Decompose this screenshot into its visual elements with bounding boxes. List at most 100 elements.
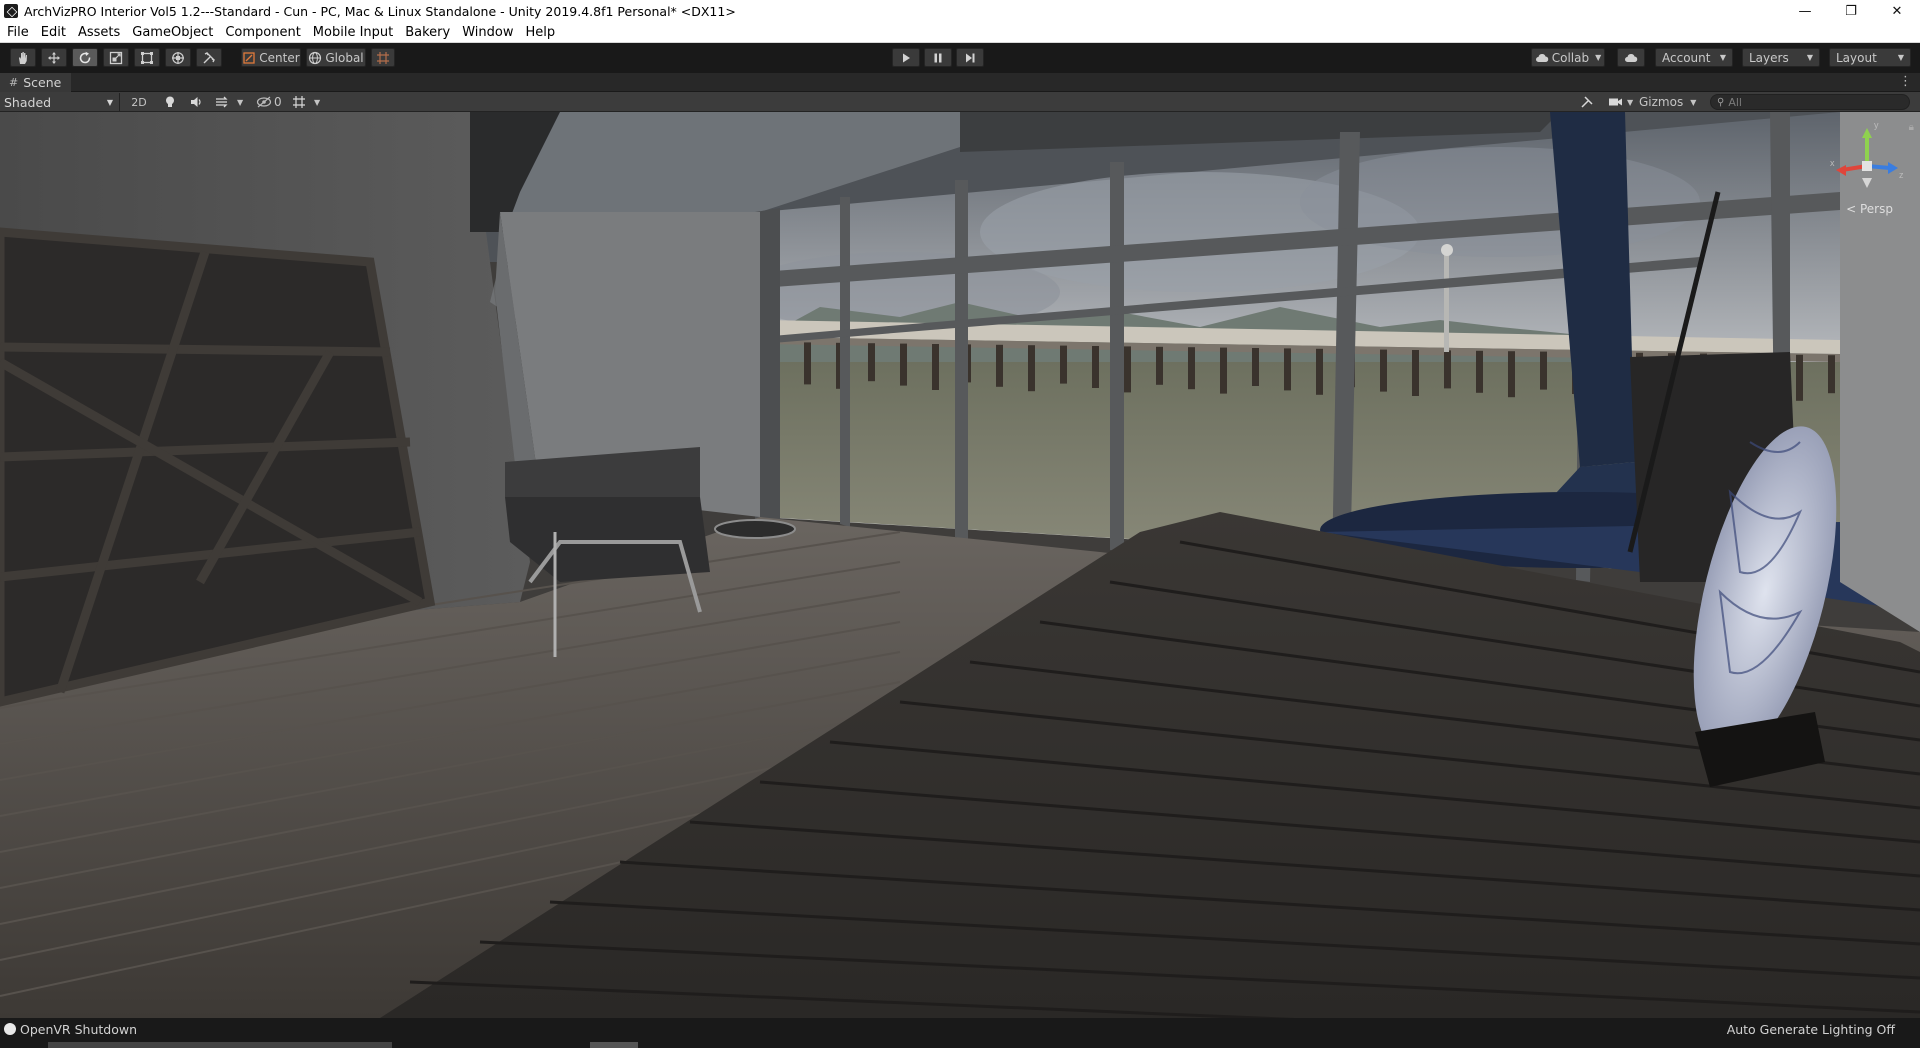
scrollbar-thumb[interactable]	[48, 1042, 392, 1048]
pivot-global-toggle[interactable]: Global	[306, 48, 366, 67]
hand-icon	[19, 51, 27, 64]
account-label: Account	[1662, 50, 1711, 65]
grid-snap-button[interactable]	[371, 48, 395, 67]
cloud-services-button[interactable]	[1617, 48, 1645, 67]
pause-button[interactable]	[924, 48, 952, 67]
scene-toolbar: Shaded ▼ 2D ▼ 0 ▼ ▼ Gizmos ▼ ⚲ All	[0, 92, 1920, 112]
pivot-center-toggle[interactable]: Center	[241, 48, 301, 67]
axis-y-label: y	[1874, 122, 1879, 130]
move-tool-button[interactable]	[41, 48, 67, 67]
camera-settings-dropdown[interactable]: ▼	[1608, 94, 1633, 110]
hidden-count: 0	[274, 95, 282, 109]
pause-icon	[934, 53, 942, 62]
window-title: ArchVizPRO Interior Vol5 1.2---Standard …	[24, 3, 736, 19]
lighting-status[interactable]: Auto Generate Lighting Off	[1727, 1022, 1895, 1037]
collab-cloud-icon	[1535, 53, 1548, 62]
toggle-2d-button[interactable]: 2D	[128, 94, 150, 110]
rect-tool-button[interactable]	[134, 48, 160, 67]
tab-scene-label: Scene	[23, 75, 62, 90]
scene-lighting-toggle[interactable]	[163, 94, 177, 110]
toggle-2d-label: 2D	[131, 95, 147, 109]
lightbulb-icon	[166, 96, 174, 107]
scrollbar-thumb-secondary[interactable]	[590, 1042, 638, 1048]
globe-icon	[309, 51, 322, 64]
custom-tool-button[interactable]	[196, 48, 222, 67]
search-icon: ⚲	[1717, 96, 1725, 108]
gizmos-label: Gizmos	[1639, 95, 1684, 109]
axis-neg-y-cone	[1862, 178, 1872, 188]
rotate-icon	[79, 51, 91, 63]
layout-dropdown[interactable]: Layout ▼	[1829, 48, 1911, 67]
chevron-down-icon: ▼	[1719, 53, 1726, 62]
projection-toggle[interactable]: < Persp	[1846, 202, 1893, 216]
scene-tools-button[interactable]	[1580, 94, 1594, 110]
status-bar: OpenVR Shutdown Auto Generate Lighting O…	[0, 1018, 1920, 1040]
menu-file[interactable]: File	[0, 22, 35, 43]
grid-icon: #	[9, 76, 19, 89]
gizmos-dropdown[interactable]: Gizmos ▼	[1639, 94, 1696, 110]
window-title-bar: ArchVizPRO Interior Vol5 1.2---Standard …	[0, 0, 1920, 22]
menu-mobile-input[interactable]: Mobile Input	[307, 22, 399, 43]
rect-icon	[141, 51, 153, 64]
minimize-button[interactable]: —	[1782, 0, 1828, 22]
scene-viewport[interactable]: y x z < Persp 🔒︎	[0, 112, 1920, 1018]
play-icon	[903, 53, 910, 62]
status-message[interactable]: OpenVR Shutdown	[20, 1022, 137, 1037]
axis-z-label: z	[1899, 170, 1904, 180]
camera-icon	[1609, 98, 1622, 106]
transform-tool-button[interactable]	[165, 48, 191, 67]
wrench-icon	[1581, 96, 1593, 108]
pivot-center-label: Center	[259, 50, 300, 65]
menu-bakery[interactable]: Bakery	[399, 22, 456, 43]
play-button[interactable]	[892, 48, 920, 67]
scene-render	[0, 112, 1920, 1018]
transform-icon	[172, 51, 184, 64]
main-toolbar: Center Global Collab ▼ Account ▼ Layers …	[0, 43, 1920, 73]
scene-visibility-toggle[interactable]: 0	[256, 94, 282, 110]
axis-x-cone	[1836, 165, 1846, 176]
gizmo-center-cube[interactable]	[1862, 161, 1872, 171]
scene-search-placeholder: All	[1728, 95, 1742, 109]
scene-effects-dropdown[interactable]: ▼	[215, 94, 243, 110]
scene-search-input[interactable]: ⚲ All	[1710, 94, 1910, 110]
chevron-down-icon: ▼	[1897, 53, 1904, 62]
speaker-icon	[191, 97, 201, 107]
custom-tool-icon	[203, 51, 215, 63]
effects-icon	[216, 96, 228, 108]
info-icon	[4, 1023, 16, 1035]
layers-dropdown[interactable]: Layers ▼	[1742, 48, 1820, 67]
lock-icon[interactable]: 🔒︎	[1909, 122, 1914, 133]
chevron-down-icon: ▼	[1627, 97, 1634, 107]
menu-window[interactable]: Window	[456, 22, 519, 43]
collab-label: Collab	[1551, 50, 1590, 65]
chevron-down-icon: ▼	[237, 97, 244, 107]
account-dropdown[interactable]: Account ▼	[1655, 48, 1733, 67]
scale-icon	[109, 51, 123, 64]
cloud-icon	[1625, 53, 1638, 62]
layout-label: Layout	[1836, 50, 1877, 65]
collab-dropdown[interactable]: Collab ▼	[1531, 48, 1605, 67]
tab-scene[interactable]: # Scene	[0, 73, 72, 92]
draw-mode-dropdown[interactable]: Shaded ▼	[0, 93, 120, 111]
scene-tab-bar: # Scene ⋮	[0, 73, 1920, 92]
more-options-icon[interactable]: ⋮	[1899, 74, 1912, 89]
menu-help[interactable]: Help	[520, 22, 562, 43]
rotate-tool-button[interactable]	[72, 48, 98, 67]
menu-edit[interactable]: Edit	[35, 22, 72, 43]
axis-z-cone	[1888, 162, 1898, 174]
bottom-strip	[0, 1040, 1920, 1048]
menu-component[interactable]: Component	[219, 22, 306, 43]
menu-assets[interactable]: Assets	[72, 22, 126, 43]
grid-settings-dropdown[interactable]: ▼	[292, 94, 320, 110]
menu-bar: File Edit Assets GameObject Component Mo…	[0, 22, 1920, 43]
restore-button[interactable]: ❐	[1828, 0, 1874, 22]
move-icon	[48, 51, 60, 64]
scale-tool-button[interactable]	[103, 48, 129, 67]
step-button[interactable]	[956, 48, 984, 67]
chevron-down-icon: ▼	[1595, 53, 1602, 62]
scene-audio-toggle[interactable]	[189, 94, 203, 110]
hand-tool-button[interactable]	[10, 48, 36, 67]
layers-label: Layers	[1749, 50, 1789, 65]
menu-gameobject[interactable]: GameObject	[126, 22, 219, 43]
close-button[interactable]: ✕	[1874, 0, 1920, 22]
